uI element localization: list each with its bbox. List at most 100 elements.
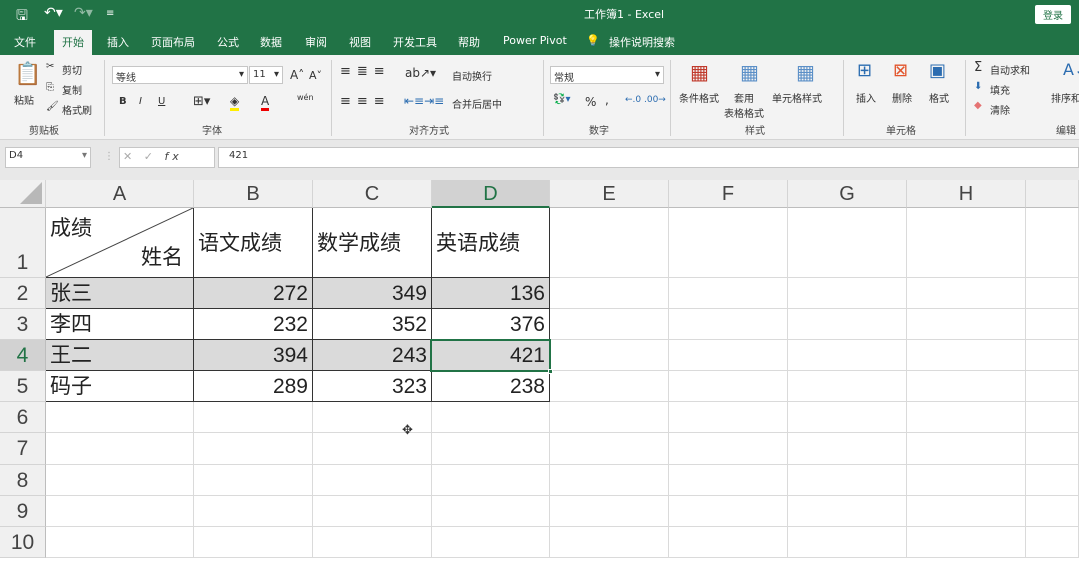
tell-me-search[interactable]: 操作说明搜索 — [609, 34, 675, 50]
column-header-G[interactable]: G — [788, 180, 907, 208]
cell-C1[interactable]: 数学成绩 — [313, 208, 432, 278]
row-header-8[interactable]: 8 — [0, 465, 46, 496]
save-icon[interactable]: 🖫 — [16, 5, 28, 29]
cell-D10[interactable] — [432, 527, 550, 558]
name-box[interactable]: D4 ▾ — [5, 147, 91, 168]
cell[interactable] — [1026, 527, 1079, 558]
indent-icons[interactable]: ⇤≡⇥≡ — [404, 94, 444, 108]
cell-B10[interactable] — [194, 527, 313, 558]
eraser-icon[interactable]: ◆ — [974, 100, 982, 111]
cell-E3[interactable] — [550, 309, 669, 340]
paste-icon[interactable]: 📋 — [14, 62, 41, 87]
cell-G5[interactable] — [788, 371, 907, 402]
cell-H2[interactable] — [907, 278, 1026, 309]
cell-A5[interactable]: 码子 — [46, 371, 194, 402]
cell-G3[interactable] — [788, 309, 907, 340]
conditional-format-button[interactable]: 条件格式 — [679, 90, 719, 105]
underline-button[interactable]: U — [158, 96, 165, 107]
cell-C2[interactable]: 349 — [313, 278, 432, 309]
cell-D1[interactable]: 英语成绩 — [432, 208, 550, 278]
cell-C9[interactable] — [313, 496, 432, 527]
customize-qat-icon[interactable]: ≡ — [106, 8, 114, 19]
row-header-10[interactable]: 10 — [0, 527, 46, 558]
cell-A10[interactable] — [46, 527, 194, 558]
tab-power-pivot[interactable]: Power Pivot — [503, 34, 567, 47]
cell-F5[interactable] — [669, 371, 788, 402]
cell[interactable] — [1026, 465, 1079, 496]
column-header-partial[interactable] — [1026, 180, 1079, 208]
select-all-button[interactable] — [0, 180, 46, 208]
conditional-format-icon[interactable]: ▦ — [690, 60, 709, 84]
cell-E5[interactable] — [550, 371, 669, 402]
login-button[interactable]: 登录 — [1035, 5, 1071, 24]
cell-B5[interactable]: 289 — [194, 371, 313, 402]
cell-B3[interactable]: 232 — [194, 309, 313, 340]
cell-F10[interactable] — [669, 527, 788, 558]
copy-icon[interactable]: ⎘ — [46, 82, 54, 93]
sort-icon[interactable]: A↓ — [1063, 60, 1079, 79]
cell-C5[interactable]: 323 — [313, 371, 432, 402]
cell-D8[interactable] — [432, 465, 550, 496]
fill-button[interactable]: 填充 — [990, 82, 1010, 97]
wrap-text-button[interactable]: 自动换行 — [452, 68, 492, 83]
fill-icon[interactable]: ⬇ — [974, 81, 982, 92]
sort-filter-button[interactable]: 排序和 — [1051, 90, 1079, 105]
column-header-F[interactable]: F — [669, 180, 788, 208]
cell-F8[interactable] — [669, 465, 788, 496]
cell[interactable] — [1026, 371, 1079, 402]
cell-E7[interactable] — [550, 433, 669, 465]
cell-B1[interactable]: 语文成绩 — [194, 208, 313, 278]
cell-A7[interactable] — [46, 433, 194, 465]
merge-center-button[interactable]: 合并后居中 — [452, 96, 502, 111]
format-painter-button[interactable]: 格式刷 — [62, 102, 92, 117]
cell-C10[interactable] — [313, 527, 432, 558]
cell-E9[interactable] — [550, 496, 669, 527]
sum-icon[interactable]: Σ — [974, 60, 982, 75]
tab-help[interactable]: 帮助 — [458, 34, 480, 50]
tab-file[interactable]: 文件 — [14, 34, 36, 50]
percent-button[interactable]: % — [585, 95, 596, 109]
cell-E2[interactable] — [550, 278, 669, 309]
column-header-A[interactable]: A — [46, 180, 194, 208]
cut-icon[interactable]: ✂ — [46, 61, 54, 72]
format-table-icon[interactable]: ▦ — [740, 60, 759, 84]
insert-function-button[interactable]: fx — [164, 150, 182, 163]
cell[interactable] — [1026, 278, 1079, 309]
cell-F4[interactable] — [669, 340, 788, 371]
increase-font-icon[interactable]: A˄ — [290, 68, 304, 82]
cell-G8[interactable] — [788, 465, 907, 496]
cell-F9[interactable] — [669, 496, 788, 527]
cell[interactable] — [1026, 309, 1079, 340]
tab-insert[interactable]: 插入 — [107, 34, 129, 50]
cell[interactable] — [1026, 208, 1079, 278]
cell-D9[interactable] — [432, 496, 550, 527]
tab-developer[interactable]: 开发工具 — [393, 34, 437, 50]
cell-G4[interactable] — [788, 340, 907, 371]
cell-H7[interactable] — [907, 433, 1026, 465]
insert-cells-button[interactable]: 插入 — [856, 90, 876, 105]
drag-handle[interactable]: ⋮ — [104, 151, 114, 162]
tab-view[interactable]: 视图 — [349, 34, 371, 50]
cell-F7[interactable] — [669, 433, 788, 465]
cell-D7[interactable] — [432, 433, 550, 465]
column-header-H[interactable]: H — [907, 180, 1026, 208]
italic-button[interactable]: I — [139, 96, 142, 107]
decrease-font-icon[interactable]: A˅ — [309, 69, 322, 82]
font-name-select[interactable]: 等线 ▾ — [112, 66, 248, 84]
comma-button[interactable]: , — [605, 93, 609, 107]
redo-icon[interactable]: ↷▾ — [74, 5, 93, 21]
cell-G1[interactable] — [788, 208, 907, 278]
cell-H6[interactable] — [907, 402, 1026, 433]
cell-H9[interactable] — [907, 496, 1026, 527]
number-format-select[interactable]: 常规 ▾ — [550, 66, 664, 84]
autosum-button[interactable]: 自动求和 — [990, 62, 1030, 77]
column-header-D[interactable]: D — [432, 180, 550, 208]
cell-D5[interactable]: 238 — [432, 371, 550, 402]
cell-A1[interactable]: 成绩 姓名 — [46, 208, 194, 278]
phonetic-button[interactable]: wén — [297, 93, 314, 102]
cell-B8[interactable] — [194, 465, 313, 496]
tab-formulas[interactable]: 公式 — [217, 34, 239, 50]
tab-home[interactable]: 开始 — [54, 30, 92, 55]
cell-G2[interactable] — [788, 278, 907, 309]
accounting-icon[interactable]: 💱▾ — [553, 94, 570, 105]
